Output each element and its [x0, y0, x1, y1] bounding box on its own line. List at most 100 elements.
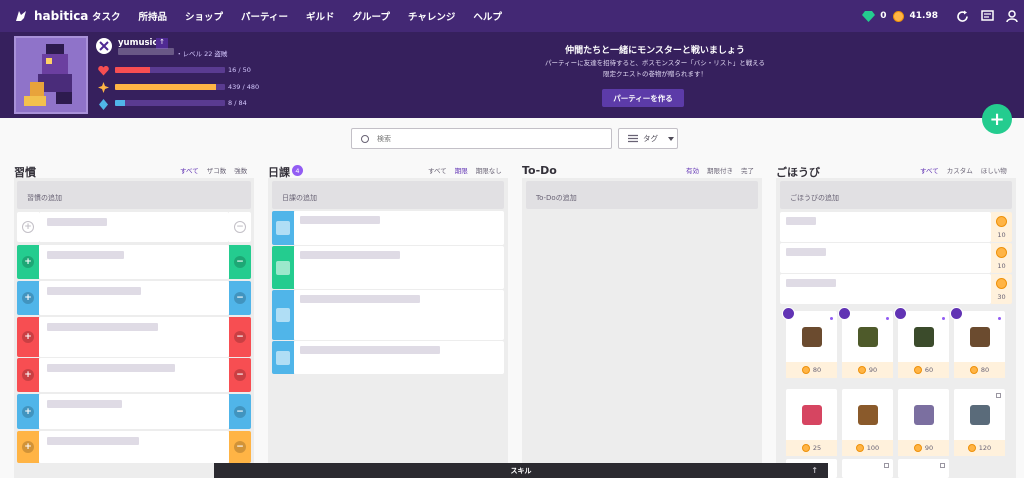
add-daily-field[interactable]: 日課の追加 — [272, 181, 504, 209]
habit-minus-control[interactable]: − — [229, 394, 251, 429]
sync-icon[interactable] — [956, 10, 969, 23]
user-icon[interactable] — [1006, 9, 1018, 23]
shop-item-price: 80 — [954, 362, 1005, 378]
daily-checkbox-control[interactable] — [272, 246, 294, 289]
search-icon — [361, 134, 369, 143]
habit-task[interactable] — [39, 212, 229, 242]
shop-item[interactable] — [898, 459, 949, 478]
add-habit-field[interactable]: 習慣の追加 — [17, 181, 251, 209]
nav-tasks[interactable]: タスク — [92, 9, 121, 23]
shop-item[interactable]: 120 — [954, 389, 1005, 456]
shop-item[interactable] — [842, 459, 893, 478]
minus-icon[interactable]: − — [234, 405, 246, 418]
nav-help[interactable]: ヘルプ — [473, 9, 502, 23]
reward-buy-button[interactable]: 10 — [991, 212, 1012, 242]
add-reward-field[interactable]: ごほうびの追加 — [780, 181, 1012, 209]
checkbox[interactable] — [276, 350, 290, 365]
search-input[interactable] — [377, 134, 577, 143]
plus-icon[interactable]: + — [22, 221, 34, 233]
habit-task[interactable] — [39, 317, 229, 357]
habit-minus-control[interactable]: − — [229, 317, 251, 357]
gold-coin-icon — [855, 444, 864, 452]
health-icon — [98, 66, 109, 76]
daily-task[interactable] — [294, 341, 504, 374]
add-task-button[interactable]: + — [982, 104, 1012, 134]
plus-icon[interactable]: + — [22, 331, 34, 343]
notifications-icon[interactable] — [981, 9, 994, 23]
mana-bar — [115, 100, 225, 106]
habit-plus-control[interactable]: + — [17, 245, 39, 279]
gold-coin-icon — [996, 247, 1007, 258]
habit-plus-control[interactable]: + — [17, 317, 39, 357]
nav-inventory[interactable]: 所持品 — [139, 9, 168, 23]
habit-task[interactable] — [39, 394, 229, 429]
habit-plus-control[interactable]: + — [17, 212, 39, 242]
shop-item[interactable]: 90 — [838, 307, 893, 378]
habitica-logo[interactable]: habitica — [14, 9, 92, 23]
custom-reward[interactable] — [780, 212, 991, 242]
create-party-button[interactable]: パーティーを作る — [602, 89, 684, 107]
habit-minus-control[interactable]: − — [229, 431, 251, 463]
daily-checkbox-control[interactable] — [272, 211, 294, 245]
daily-checkbox-control[interactable] — [272, 290, 294, 340]
habit-plus-control[interactable]: + — [17, 358, 39, 392]
plus-icon[interactable]: + — [22, 441, 34, 453]
minus-icon[interactable]: − — [234, 331, 246, 343]
habit-minus-control[interactable]: − — [229, 281, 251, 315]
shop-item[interactable]: 100 — [842, 389, 893, 456]
minus-icon[interactable]: − — [234, 441, 246, 453]
expand-up-icon[interactable]: ↑ — [811, 466, 818, 475]
minus-icon[interactable]: − — [234, 221, 246, 233]
nav-guilds[interactable]: ギルド — [306, 9, 335, 23]
daily-checkbox-control[interactable] — [272, 341, 294, 374]
tags-dropdown[interactable]: タグ — [618, 128, 678, 149]
skills-drawer[interactable]: スキル ↑ — [214, 463, 828, 478]
shop-item[interactable]: 80 — [782, 307, 837, 378]
nav-party[interactable]: パーティー — [241, 9, 288, 23]
habit-task[interactable] — [39, 431, 229, 463]
shop-item[interactable]: 90 — [898, 389, 949, 456]
checkbox[interactable] — [276, 308, 290, 322]
reward-buy-button[interactable]: 30 — [991, 274, 1012, 304]
minus-icon[interactable]: − — [234, 256, 246, 268]
plus-icon[interactable]: + — [22, 292, 34, 304]
shop-item[interactable]: 25 — [786, 389, 837, 456]
habit-task[interactable] — [39, 281, 229, 315]
item-sprite-icon — [802, 405, 822, 425]
habit-plus-control[interactable]: + — [17, 394, 39, 429]
habit-task[interactable] — [39, 245, 229, 279]
blurred-task-text — [300, 295, 420, 303]
custom-reward[interactable] — [780, 274, 991, 304]
daily-task[interactable] — [294, 211, 504, 245]
search-box[interactable] — [351, 128, 612, 149]
habit-task[interactable] — [39, 358, 229, 392]
habit-plus-control[interactable]: + — [17, 431, 39, 463]
daily-task[interactable] — [294, 246, 504, 289]
nav-groups[interactable]: グループ — [353, 9, 390, 23]
shop-item[interactable]: 60 — [894, 307, 949, 378]
habit-minus-control[interactable]: − — [229, 245, 251, 279]
plus-icon[interactable]: + — [22, 405, 34, 418]
nav-challenges[interactable]: チャレンジ — [408, 9, 455, 23]
habit-minus-control[interactable]: − — [229, 358, 251, 392]
gold-coin-icon — [967, 444, 976, 452]
shop-item[interactable]: 80 — [950, 307, 1005, 378]
minus-icon[interactable]: − — [234, 292, 246, 304]
plus-icon[interactable]: + — [22, 369, 34, 381]
gold-icon — [892, 10, 904, 22]
custom-reward[interactable] — [780, 243, 991, 273]
add-todo-field[interactable]: To-Doの追加 — [526, 181, 758, 209]
habit-plus-control[interactable]: + — [17, 281, 39, 315]
plus-icon[interactable]: + — [22, 256, 34, 268]
checkbox[interactable] — [276, 260, 290, 275]
skills-label: スキル — [510, 466, 532, 475]
nav-shops[interactable]: ショップ — [185, 9, 223, 23]
minus-icon[interactable]: − — [234, 369, 246, 381]
blurred-task-text — [47, 251, 124, 259]
avatar[interactable] — [14, 36, 88, 114]
habit-minus-control[interactable]: − — [229, 212, 251, 242]
blurred-reward-text — [786, 217, 816, 225]
daily-task[interactable] — [294, 290, 504, 340]
checkbox[interactable] — [276, 221, 290, 235]
reward-buy-button[interactable]: 10 — [991, 243, 1012, 273]
